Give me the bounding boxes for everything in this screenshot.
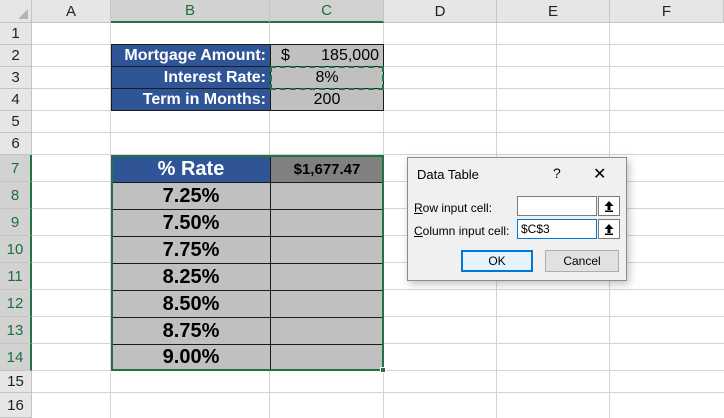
collapse-arrow-icon	[604, 200, 614, 212]
row-input-label-text: ow input cell:	[422, 201, 493, 215]
row-header-7[interactable]: 7	[0, 155, 32, 182]
row-input-collapse-button[interactable]	[598, 196, 620, 216]
row-header-16[interactable]: 16	[0, 393, 32, 418]
cancel-button[interactable]: Cancel	[545, 250, 619, 272]
gridline	[32, 132, 724, 133]
row-header-8[interactable]: 8	[0, 182, 32, 209]
column-input-label-text: olumn input cell:	[422, 224, 510, 238]
ok-button[interactable]: OK	[461, 250, 533, 272]
column-header-f[interactable]: F	[610, 0, 724, 23]
row-header-6[interactable]: 6	[0, 133, 32, 155]
row-header-11[interactable]: 11	[0, 263, 32, 290]
row-header-2[interactable]: 2	[0, 45, 32, 67]
row-header-14[interactable]: 14	[0, 344, 32, 371]
column-header-b[interactable]: B	[111, 0, 270, 23]
range-selection-b7-c14	[111, 155, 384, 371]
row-input-cell-field[interactable]	[517, 196, 597, 216]
data-table-dialog: Data Table ? ✕ Row input cell: Column in…	[407, 157, 627, 281]
collapse-arrow-icon	[604, 223, 614, 235]
gridline	[32, 392, 724, 393]
column-input-cell-field[interactable]	[517, 219, 597, 239]
column-header-e[interactable]: E	[497, 0, 610, 23]
help-icon[interactable]: ?	[553, 165, 561, 181]
row-input-label: Row input cell:	[414, 201, 492, 215]
column-header-c[interactable]: C	[270, 0, 384, 23]
row-header-4[interactable]: 4	[0, 89, 32, 111]
cell-c4-term[interactable]: 200	[270, 88, 384, 111]
row-header-5[interactable]: 5	[0, 111, 32, 133]
column-header-a[interactable]: A	[32, 0, 111, 23]
cell-b3-rate-label[interactable]: Interest Rate:	[111, 66, 271, 89]
column-input-collapse-button[interactable]	[598, 219, 620, 239]
currency-symbol: $	[281, 46, 290, 64]
cell-b4-term-label[interactable]: Term in Months:	[111, 88, 271, 111]
select-all-corner[interactable]	[0, 0, 32, 23]
row-header-15[interactable]: 15	[0, 371, 32, 393]
cell-b2-mortgage-label[interactable]: Mortgage Amount:	[111, 44, 271, 67]
column-header-d[interactable]: D	[384, 0, 497, 23]
mortgage-value: 185,000	[321, 46, 379, 64]
row-header-13[interactable]: 13	[0, 317, 32, 344]
row-header-12[interactable]: 12	[0, 290, 32, 317]
fill-handle[interactable]	[380, 367, 386, 373]
close-icon[interactable]: ✕	[593, 164, 606, 184]
column-input-accelerator: C	[414, 224, 423, 238]
row-header-1[interactable]: 1	[0, 23, 32, 45]
dialog-title: Data Table	[417, 167, 479, 182]
row-header-10[interactable]: 10	[0, 236, 32, 263]
copy-marquee	[270, 66, 384, 90]
row-header-9[interactable]: 9	[0, 209, 32, 236]
row-input-accelerator: R	[414, 201, 423, 215]
row-header-3[interactable]: 3	[0, 67, 32, 89]
cell-c2-mortgage-amount[interactable]: $ 185,000	[270, 44, 384, 67]
column-input-label: Column input cell:	[414, 224, 509, 238]
